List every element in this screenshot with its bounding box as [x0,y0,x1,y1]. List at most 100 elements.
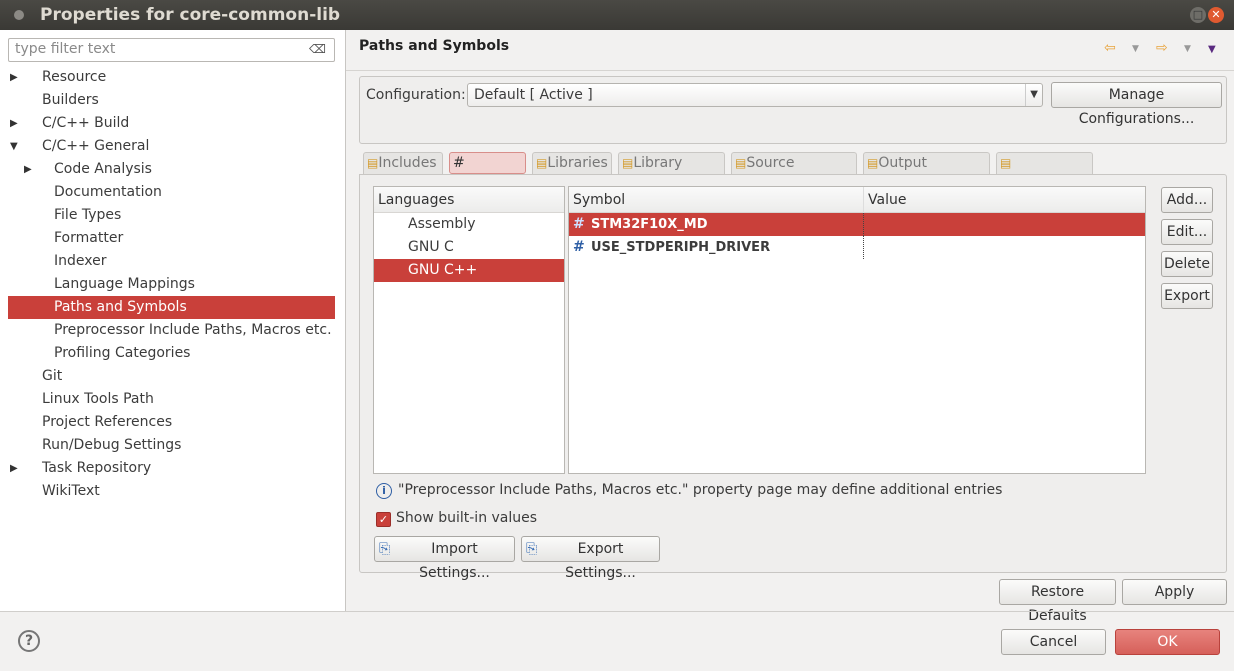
cancel-button[interactable]: Cancel [1001,629,1106,655]
language-item[interactable]: GNU C++ [374,259,564,282]
forward-icon[interactable]: ⇨ [1156,40,1168,56]
symbol-row[interactable]: # USE_STDPERIPH_DRIVER [569,236,1145,259]
restore-defaults-button[interactable]: Restore Defaults [999,579,1116,624]
hash-icon: # [573,216,585,232]
tab-references[interactable]: ▤References [996,152,1093,191]
tree-item-label: Profiling Categories [54,345,191,361]
configuration-select[interactable]: Default [ Active ] ▼ [467,83,1043,107]
expanded-arrow-icon[interactable]: ▼ [10,135,18,158]
forward-menu-icon[interactable]: ▼ [1184,44,1191,54]
tree-item-label: Code Analysis [54,161,152,177]
libraries-icon: ▤ [536,156,548,170]
tree-item[interactable]: ▶ Resource [8,66,335,89]
tree-pane: type filter text ⌫ ▶ Resource Builders ▶ C/C+… [0,30,346,611]
column-symbol[interactable]: Symbol [573,187,625,213]
collapsed-arrow-icon[interactable]: ▶ [10,66,18,89]
window-title: Properties for core-common-lib [40,5,341,25]
languages-list[interactable]: Languages Assembly GNU C GNU C++ [373,186,565,474]
tree-item[interactable]: ▶ C/C++ Build [8,112,335,135]
tree-item[interactable]: Preprocessor Include Paths, Macros etc. [8,319,335,342]
tab-source-location[interactable]: ▤Source Location [731,152,857,191]
show-builtin-checkbox[interactable]: ✓ [376,512,391,527]
back-menu-icon[interactable]: ▼ [1132,44,1139,54]
view-menu-icon[interactable]: ▼ [1208,44,1216,55]
tree-item[interactable]: Documentation [8,181,335,204]
language-item[interactable]: GNU C [374,236,564,259]
tree-item-label: C/C++ Build [42,115,130,131]
tree-item[interactable]: Git [8,365,335,388]
delete-button[interactable]: Delete [1161,251,1213,277]
tab-panel: Languages Assembly GNU C GNU C++ Symbol Va… [359,174,1227,581]
tree-item[interactable]: Paths and Symbols [8,296,335,319]
references-icon: ▤ [1000,156,1012,170]
info-icon: i [376,483,392,499]
column-value[interactable]: Value [863,187,906,213]
symbol-name: USE_STDPERIPH_DRIVER [591,240,771,255]
export-label: Export Settings... [565,541,636,581]
properties-page: Paths and Symbols ⇦ ▼ ⇨ ▼ ▼ Configuratio… [346,30,1234,624]
tree-item[interactable]: Builders [8,89,335,112]
tree-item-label: Linux Tools Path [42,391,154,407]
close-button[interactable]: ✕ [1208,7,1224,23]
filter-placeholder: type filter text [15,41,116,57]
language-item[interactable]: Assembly [374,213,564,236]
configuration-group: Configuration: Default [ Active ] ▼ Manag… [359,76,1227,144]
apply-button[interactable]: Apply [1122,579,1227,605]
tree-item[interactable]: ▶ Code Analysis [8,158,335,181]
tree-item[interactable]: Project References [8,411,335,434]
dialog-footer: ? Cancel OK [0,611,1234,671]
tab-output-location[interactable]: ▤Output Location [863,152,990,191]
symbols-table[interactable]: Symbol Value # STM32F10X_MD # USE_STDPERIPH… [568,186,1146,474]
tree-item[interactable]: Linux Tools Path [8,388,335,411]
symbol-row[interactable]: # STM32F10X_MD [569,213,1145,236]
tab-includes[interactable]: ▤Includes [363,152,443,174]
tree-item[interactable]: Profiling Categories [8,342,335,365]
tab-library-paths[interactable]: ▤Library Paths [618,152,725,191]
add-button[interactable]: Add... [1161,187,1213,213]
maximize-button[interactable]: □ [1190,7,1206,23]
tree-item-label: Git [42,368,63,384]
filter-input[interactable]: type filter text ⌫ [8,38,335,62]
tree-item-label: Formatter [54,230,124,246]
export-settings-button[interactable]: ⎘ Export Settings... [521,536,660,581]
clear-filter-icon[interactable]: ⌫ [309,42,326,56]
hash-icon: # [573,239,585,255]
ok-button[interactable]: OK [1115,629,1220,655]
configuration-value: Default [ Active ] [474,87,593,103]
collapsed-arrow-icon[interactable]: ▶ [10,112,18,135]
tree-item-label: Builders [42,92,99,108]
tree-item[interactable]: Language Mappings [8,273,335,296]
includes-icon: ▤ [367,156,379,170]
tab-label: Libraries [547,155,608,171]
window-menu-icon[interactable] [14,10,24,20]
chevron-down-icon: ▼ [1025,84,1038,106]
configuration-label: Configuration: [366,87,466,103]
collapsed-arrow-icon[interactable]: ▶ [24,158,32,181]
tab-symbols[interactable]: # Symbols [449,152,526,191]
tree-item-label: C/C++ General [42,138,150,154]
tree-item[interactable]: Indexer [8,250,335,273]
manage-configurations-button[interactable]: Manage Configurations... [1051,82,1222,127]
help-icon[interactable]: ? [18,630,40,652]
title-bar: Properties for core-common-lib [0,0,1234,30]
import-settings-button[interactable]: ⎘ Import Settings... [374,536,515,581]
tree-item-label: Task Repository [42,460,152,476]
tree-item[interactable]: ▼ C/C++ General [8,135,335,158]
tab-libraries[interactable]: ▤Libraries [532,152,612,174]
back-icon[interactable]: ⇦ [1104,40,1116,56]
tree-item[interactable]: ▶ Task Repository [8,457,335,480]
export-icon: ⎘ [526,541,538,557]
tree-item[interactable]: WikiText [8,480,335,503]
languages-header: Languages [374,187,564,213]
collapsed-arrow-icon[interactable]: ▶ [10,457,18,480]
tree-item-label: Run/Debug Settings [42,437,182,453]
tree-item-label: Project References [42,414,173,430]
edit-button[interactable]: Edit... [1161,219,1213,245]
tree-item[interactable]: Formatter [8,227,335,250]
tree-item-label: Resource [42,69,107,85]
export-button[interactable]: Export [1161,283,1213,309]
symbol-value [863,236,868,259]
tree-item[interactable]: Run/Debug Settings [8,434,335,457]
show-builtin-label[interactable]: Show built-in values [396,510,537,526]
tree-item[interactable]: File Types [8,204,335,227]
